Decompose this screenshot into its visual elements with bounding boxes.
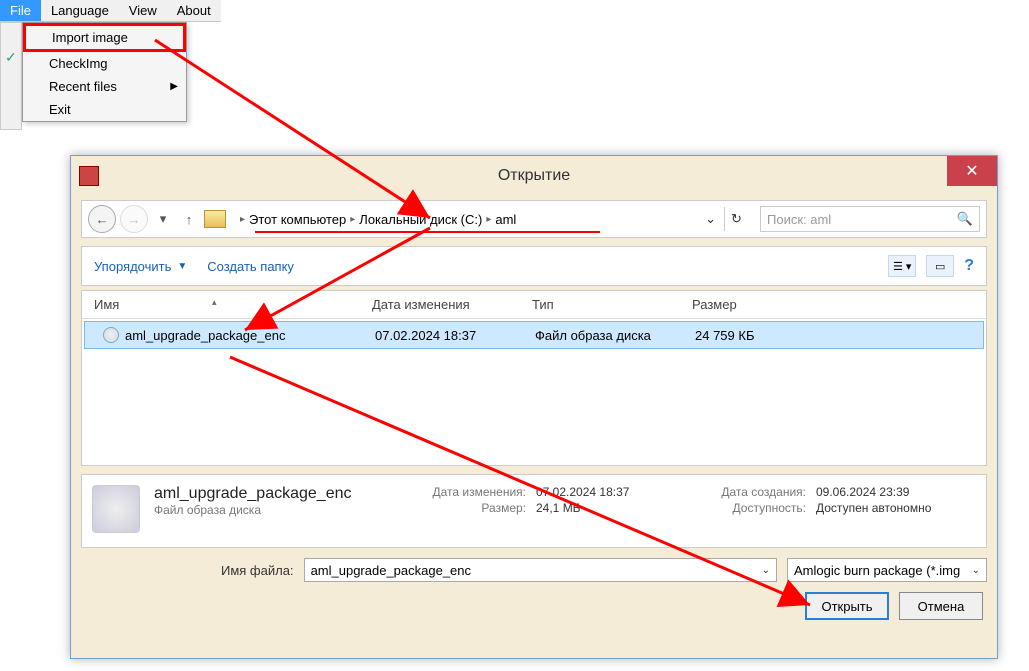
dialog-titlebar: Открытие ✕ (71, 156, 997, 196)
breadcrumb[interactable]: ▸ Этот компьютер ▸ Локальный диск (C:) ▸… (234, 212, 697, 227)
chevron-down-icon[interactable]: ⌄ (762, 565, 770, 576)
forward-button[interactable]: → (120, 205, 148, 233)
file-date: 07.02.2024 18:37 (375, 328, 535, 343)
menu-about[interactable]: About (167, 0, 221, 21)
view-mode-button[interactable]: ☰ ▾ (888, 255, 916, 277)
filename-value: aml_upgrade_package_enc (311, 563, 471, 578)
column-date[interactable]: Дата изменения (372, 297, 532, 312)
chevron-down-icon[interactable]: ⌄ (972, 565, 980, 576)
history-dropdown[interactable]: ▾ (152, 208, 174, 230)
menu-import-image[interactable]: Import image (23, 23, 186, 52)
menu-view[interactable]: View (119, 0, 167, 21)
search-placeholder: Поиск: aml (767, 212, 831, 227)
search-input[interactable]: Поиск: aml 🔍 (760, 206, 980, 232)
organize-label: Упорядочить (94, 259, 171, 274)
organize-menu[interactable]: Упорядочить ▼ (94, 259, 187, 274)
cancel-button[interactable]: Отмена (899, 592, 983, 620)
filter-value: Amlogic burn package (*.img (794, 563, 960, 578)
chevron-right-icon: ▸ (486, 214, 491, 225)
filename-input[interactable]: aml_upgrade_package_enc ⌄ (304, 558, 777, 582)
detail-availability-value: Доступен автономно (816, 501, 976, 515)
file-row[interactable]: aml_upgrade_package_enc 07.02.2024 18:37… (84, 321, 984, 349)
column-type[interactable]: Тип (532, 297, 692, 312)
details-pane: aml_upgrade_package_enc Файл образа диск… (81, 474, 987, 548)
column-size[interactable]: Размер (692, 297, 812, 312)
file-filter-select[interactable]: Amlogic burn package (*.img ⌄ (787, 558, 987, 582)
detail-availability-label: Доступность: (686, 501, 806, 515)
dialog-toolbar: Упорядочить ▼ Создать папку ☰ ▾ ▭ ? (81, 246, 987, 286)
check-icon: ✓ (5, 49, 17, 66)
disc-image-icon (103, 327, 119, 343)
close-button[interactable]: ✕ (947, 156, 997, 186)
menu-language[interactable]: Language (41, 0, 119, 21)
detail-filetype: Файл образа диска (154, 503, 372, 517)
breadcrumb-folder[interactable]: aml (495, 212, 516, 227)
app-menubar: File Language View About (0, 0, 221, 22)
open-button[interactable]: Открыть (805, 592, 889, 620)
back-button[interactable]: ← (88, 205, 116, 233)
detail-created-value: 09.06.2024 23:39 (816, 485, 976, 499)
file-type: Файл образа диска (535, 328, 695, 343)
file-menu-dropdown: Import image CheckImg Recent files ▶ Exi… (22, 22, 187, 122)
detail-size-label: Размер: (406, 501, 526, 515)
file-name: aml_upgrade_package_enc (125, 328, 285, 343)
file-list-header: Имя ▴ Дата изменения Тип Размер (82, 291, 986, 319)
chevron-right-icon: ▸ (350, 214, 355, 225)
breadcrumb-this-pc[interactable]: Этот компьютер (249, 212, 346, 227)
detail-modified-value: 07.02.2024 18:37 (536, 485, 676, 499)
search-icon: 🔍 (957, 211, 973, 227)
dialog-footer: Имя файла: aml_upgrade_package_enc ⌄ Aml… (81, 558, 987, 620)
chevron-down-icon: ▼ (177, 261, 187, 272)
file-size: 24 759 КБ (695, 328, 815, 343)
refresh-button[interactable]: ↻ (724, 207, 748, 231)
column-name[interactable]: Имя ▴ (82, 297, 372, 312)
menu-check-img[interactable]: CheckImg (23, 52, 186, 75)
file-thumbnail-icon (92, 485, 140, 533)
detail-size-value: 24,1 МБ (536, 501, 676, 515)
chevron-right-icon: ▸ (240, 214, 245, 225)
breadcrumb-drive[interactable]: Локальный диск (C:) (359, 212, 482, 227)
dialog-title: Открытие (498, 167, 570, 185)
menu-file[interactable]: File (0, 0, 41, 21)
submenu-arrow-icon: ▶ (170, 81, 178, 92)
folder-icon (204, 210, 226, 228)
app-icon (79, 166, 99, 186)
menu-check-gutter: ✓ (0, 22, 22, 130)
sort-indicator-icon: ▴ (212, 297, 217, 308)
new-folder-button[interactable]: Создать папку (207, 259, 294, 274)
detail-created-label: Дата создания: (686, 485, 806, 499)
menu-recent-label: Recent files (49, 79, 117, 94)
help-icon[interactable]: ? (964, 257, 974, 275)
detail-modified-label: Дата изменения: (406, 485, 526, 499)
file-list: Имя ▴ Дата изменения Тип Размер aml_upgr… (81, 290, 987, 466)
menu-exit[interactable]: Exit (23, 98, 186, 121)
menu-recent-files[interactable]: Recent files ▶ (23, 75, 186, 98)
up-button[interactable]: ↑ (178, 208, 200, 230)
dialog-navbar: ← → ▾ ↑ ▸ Этот компьютер ▸ Локальный дис… (81, 200, 987, 238)
filename-label: Имя файла: (221, 563, 294, 578)
preview-pane-button[interactable]: ▭ (926, 255, 954, 277)
file-open-dialog: Открытие ✕ ← → ▾ ↑ ▸ Этот компьютер ▸ Ло… (70, 155, 998, 659)
column-name-label: Имя (94, 297, 119, 312)
breadcrumb-dropdown[interactable]: ⌄ (701, 211, 720, 227)
detail-filename: aml_upgrade_package_enc (154, 485, 372, 503)
